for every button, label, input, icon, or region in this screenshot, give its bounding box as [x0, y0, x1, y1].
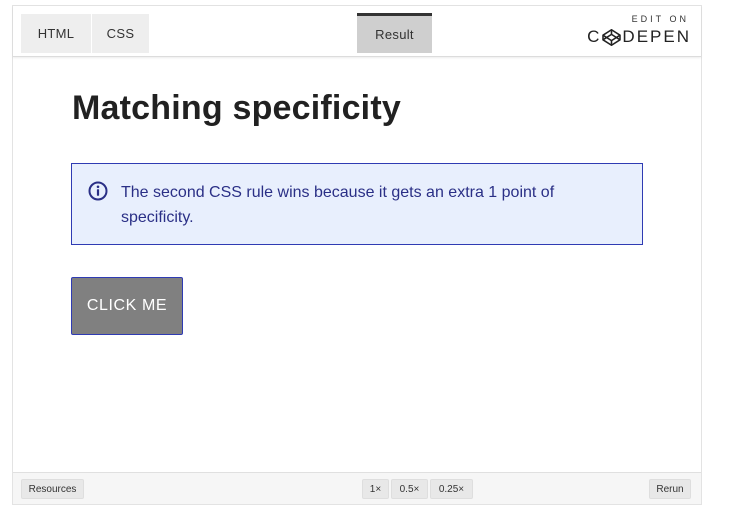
editor-tab-bar: HTML CSS Result EDIT ON C DEPEN	[13, 6, 701, 57]
result-frame: Matching specificity The second CSS rule…	[13, 57, 701, 472]
resources-button[interactable]: Resources	[21, 479, 84, 499]
page-title: Matching specificity	[72, 89, 401, 127]
tab-css[interactable]: CSS	[92, 14, 149, 53]
zoom-0.5x-button[interactable]: 0.5×	[391, 479, 428, 499]
zoom-1x-button[interactable]: 1×	[362, 479, 389, 499]
edit-on-label: EDIT ON	[631, 14, 689, 24]
info-icon	[88, 181, 108, 201]
codepen-wordmark-suffix: DEPEN	[622, 27, 691, 46]
info-callout: The second CSS rule wins because it gets…	[71, 163, 643, 245]
rerun-button[interactable]: Rerun	[649, 479, 691, 499]
codepen-wordmark: C DEPEN	[587, 27, 691, 47]
bottom-toolbar: Resources 1× 0.5× 0.25× Rerun	[13, 472, 701, 504]
codepen-box-icon	[602, 28, 622, 46]
codepen-embed: HTML CSS Result EDIT ON C DEPEN Matching…	[12, 5, 702, 505]
tab-html[interactable]: HTML	[21, 14, 91, 53]
tab-result[interactable]: Result	[357, 13, 432, 53]
zoom-0.25x-button[interactable]: 0.25×	[430, 479, 473, 499]
codepen-wordmark-prefix: C	[587, 27, 602, 46]
edit-on-codepen-link[interactable]: EDIT ON C DEPEN	[587, 14, 691, 48]
click-me-button[interactable]: CLICK ME	[71, 277, 183, 335]
callout-text: The second CSS rule wins because it gets…	[121, 184, 555, 226]
